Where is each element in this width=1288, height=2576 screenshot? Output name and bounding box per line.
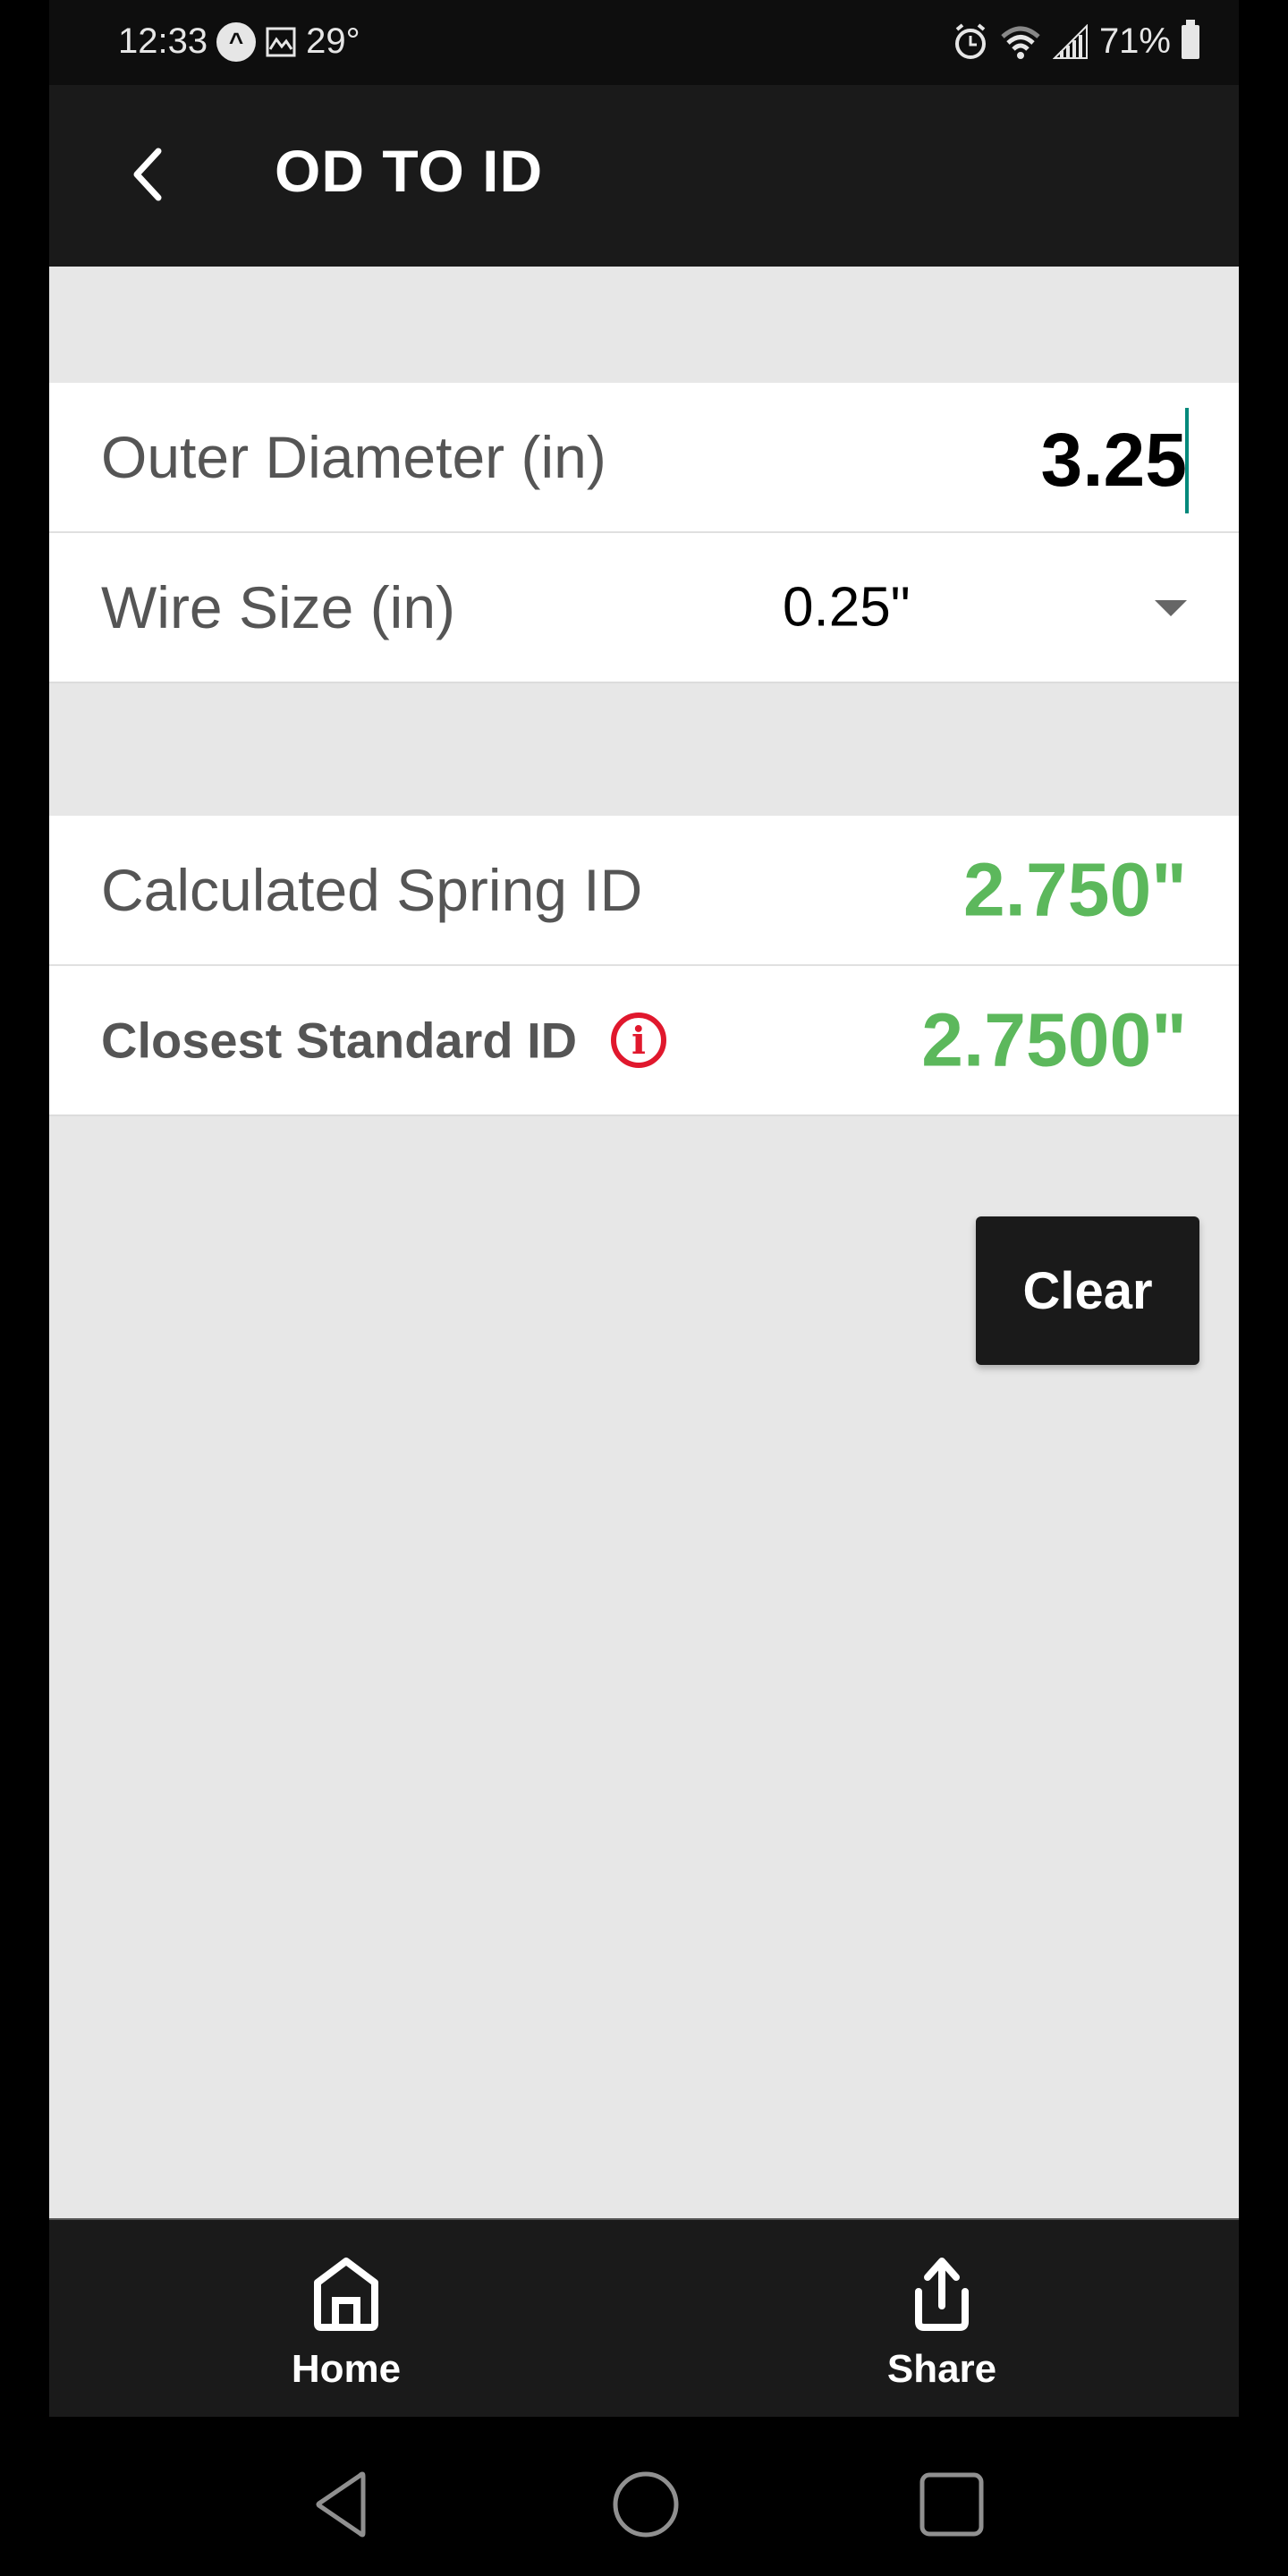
gallery-icon [266,27,296,56]
home-icon [314,2258,378,2331]
wifi-icon [1001,26,1040,59]
battery-percent: 71% [1098,21,1171,61]
tab-home[interactable]: Home [212,2220,480,2417]
battery-icon [1182,19,1199,59]
system-back-button[interactable] [311,2470,374,2543]
wire-size-row: Wire Size (in) 0.25" [49,533,1239,683]
input-card: Outer Diameter (in) Wire Size (in) 0.25" [49,383,1239,683]
alarm-icon [954,22,986,59]
recents-icon [919,2472,984,2537]
outer-diameter-label: Outer Diameter (in) [101,424,606,490]
home-circle-icon [613,2471,679,2538]
back-button[interactable] [112,139,183,210]
closest-standard-id-value: 2.7500" [921,997,1187,1082]
system-nav-bar [0,2417,1288,2576]
system-home-button[interactable] [612,2470,680,2543]
clear-button[interactable]: Clear [976,1216,1199,1365]
tab-share-label: Share [886,2347,997,2391]
outer-diameter-input[interactable] [865,419,1187,501]
app-header: OD TO ID [49,85,1239,267]
tab-home-label: Home [291,2347,402,2391]
status-bar: 12:33 ^ 29° 71% [49,0,1239,85]
share-icon [915,2258,969,2331]
status-time: 12:33 [118,21,208,61]
caret-down-icon [1155,600,1187,616]
signal-icon [1052,23,1088,59]
closest-standard-id-label: Closest Standard ID [101,1012,578,1069]
calculated-id-row: Calculated Spring ID 2.750" [49,816,1239,966]
tab-share[interactable]: Share [808,2220,1076,2417]
chevron-left-icon [133,148,162,201]
main-content: Outer Diameter (in) Wire Size (in) 0.25"… [49,267,1239,2218]
system-recents-button[interactable] [918,2470,986,2543]
calculated-id-value: 2.750" [962,847,1187,932]
status-left: 12:33 ^ 29° [118,21,360,62]
calculated-id-label: Calculated Spring ID [101,857,643,923]
results-card: Calculated Spring ID 2.750" Closest Stan… [49,816,1239,1116]
status-right: 71% [953,19,1199,62]
bottom-tab-bar: Home Share [49,2218,1239,2417]
info-icon[interactable]: i [611,1013,666,1068]
outer-diameter-row: Outer Diameter (in) [49,383,1239,533]
wire-size-label: Wire Size (in) [101,574,456,640]
wire-size-select[interactable]: 0.25" [783,533,1203,682]
status-temperature: 29° [306,21,360,61]
text-cursor [1185,408,1189,513]
page-title: OD TO ID [275,138,544,204]
closest-standard-id-row: Closest Standard ID i 2.7500" [49,966,1239,1116]
back-icon [316,2471,366,2538]
app-notification-icon: ^ [216,21,257,62]
wire-size-value: 0.25" [783,576,911,639]
